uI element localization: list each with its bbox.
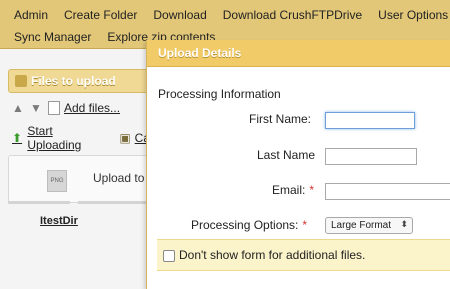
upload-arrow-icon: ⬆ [12, 131, 23, 145]
upload-details-modal: Upload Details Processing Information Fi… [146, 40, 450, 289]
start-uploading-label: Start Uploading [27, 124, 82, 152]
divider-bar [78, 201, 150, 204]
last-name-input[interactable] [325, 148, 417, 165]
email-required-mark: * [309, 183, 315, 197]
menu-admin[interactable]: Admin [0, 8, 56, 22]
add-files-label: Add files... [64, 101, 121, 115]
arrow-up-icon[interactable]: ▲ [12, 102, 24, 114]
directory-link[interactable]: ItestDir [40, 215, 78, 227]
email-label-text: Email: [272, 183, 306, 197]
last-name-label: Last Name [257, 148, 316, 162]
first-name-label: First Name: [249, 112, 312, 126]
first-name-input[interactable] [325, 112, 415, 129]
files-icon [15, 75, 27, 87]
file-thumbnail-icon: PNG [47, 170, 67, 192]
dont-show-label[interactable]: Don't show form for additional files. [179, 248, 365, 262]
upload-toolbar: ⬆ Start Uploading ▣ Ca [12, 124, 150, 152]
menu-user-options[interactable]: User Options [370, 8, 450, 22]
menu-row-1: Admin Create Folder Download Download Cr… [0, 4, 450, 26]
modal-title: Upload Details [158, 46, 242, 60]
document-icon [48, 101, 60, 115]
files-to-upload-header: Files to upload [8, 69, 150, 93]
files-panel: Files to upload ▲ ▼ Add files... ⬆ Start… [0, 49, 152, 289]
menu-sync-manager[interactable]: Sync Manager [0, 30, 99, 44]
processing-options-select[interactable]: Large Format ⬍ [325, 217, 413, 234]
panel-divider [8, 201, 150, 205]
cancel-icon[interactable]: ▣ [119, 132, 130, 144]
menu-download-crushftpdrive[interactable]: Download CrushFTPDrive [215, 8, 370, 22]
modal-titlebar: Upload Details [147, 40, 450, 67]
section-title: Processing Information [158, 87, 281, 101]
processing-options-label-text: Processing Options: [191, 218, 299, 232]
menu-download[interactable]: Download [145, 8, 214, 22]
arrow-down-icon[interactable]: ▼ [30, 102, 42, 114]
processing-required-mark: * [302, 218, 308, 232]
select-chevron-icon: ⬍ [400, 219, 408, 229]
add-files-button[interactable]: Add files... [48, 101, 120, 115]
divider-bar [8, 201, 70, 204]
dont-show-notice: Don't show form for additional files. [157, 239, 450, 271]
upload-to-label: Upload to [93, 171, 145, 185]
files-header-label: Files to upload [31, 74, 116, 88]
email-input[interactable] [325, 183, 450, 200]
processing-options-label: Processing Options: * [191, 218, 307, 232]
menu-create-folder[interactable]: Create Folder [56, 8, 145, 22]
email-label: Email: * [272, 183, 314, 197]
processing-options-value: Large Format [331, 220, 392, 231]
upload-target-box[interactable]: PNG Upload to [8, 155, 152, 203]
start-uploading-button[interactable]: ⬆ Start Uploading [12, 124, 105, 152]
dont-show-checkbox[interactable] [163, 250, 175, 262]
files-toolbar: ▲ ▼ Add files... [12, 99, 120, 117]
